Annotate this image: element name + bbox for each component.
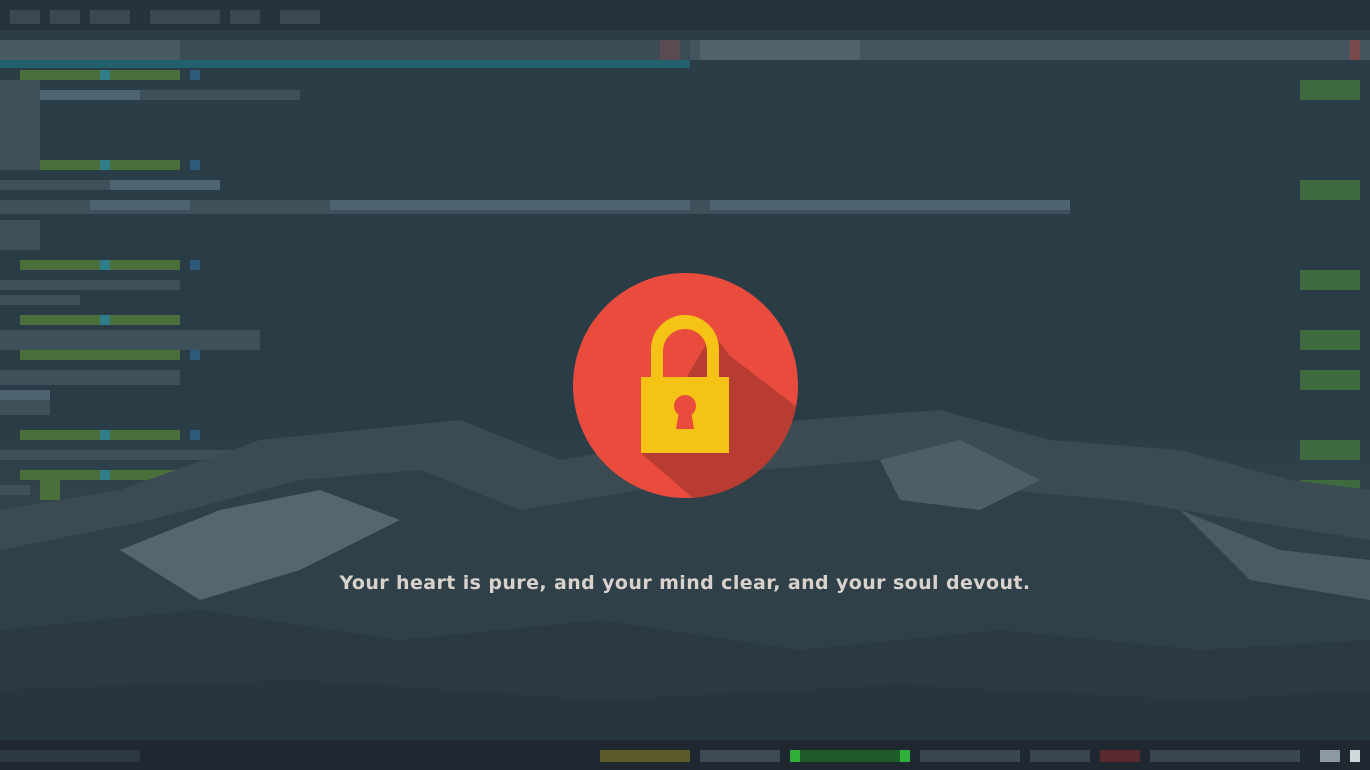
blurred-top-bar (0, 0, 1370, 30)
blurred-status-bar (0, 740, 1370, 770)
lock-screen: Your heart is pure, and your mind clear,… (0, 0, 1370, 770)
blurred-tab-row (0, 40, 1370, 60)
padlock-badge (573, 273, 798, 498)
padlock-icon (573, 273, 798, 498)
lock-message: Your heart is pure, and your mind clear,… (339, 572, 1031, 594)
